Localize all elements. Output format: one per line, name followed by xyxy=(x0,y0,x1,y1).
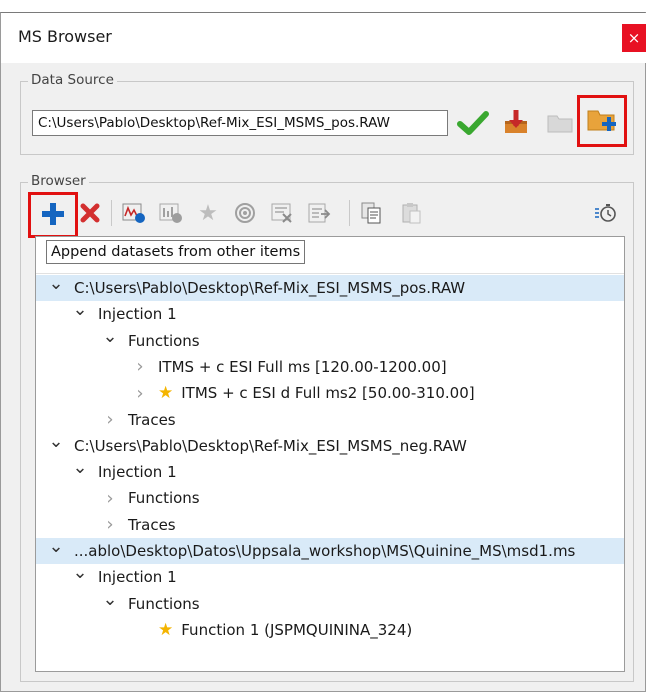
chevron-down-icon[interactable]: ⌄ xyxy=(72,459,88,481)
add-folder-icon[interactable] xyxy=(584,104,620,138)
tree-row[interactable]: ★ Function 1 (JSPMQUININA_324) xyxy=(36,617,624,643)
tree-item-label: Functions xyxy=(128,331,200,350)
toolbar-separator xyxy=(349,200,350,226)
tree-row[interactable]: ⌄ ...ablo\Desktop\Datos\Uppsala_workshop\… xyxy=(36,538,624,564)
filter-icon[interactable] xyxy=(268,200,296,226)
tree-item-label: Injection 1 xyxy=(98,305,177,324)
tree-row[interactable]: › ★ ITMS + c ESI d Full ms2 [50.00-310.00] xyxy=(36,380,624,406)
star-icon: ★ xyxy=(158,383,174,404)
tree-item-label: C:\Users\Pablo\Desktop\Ref-Mix_ESI_MSMS_… xyxy=(74,279,466,297)
paste-icon[interactable] xyxy=(397,200,425,226)
chevron-right-icon[interactable]: › xyxy=(102,488,118,509)
chevron-right-icon[interactable]: › xyxy=(102,514,118,535)
append-tooltip: Append datasets from other items xyxy=(46,240,306,264)
toolbar-separator xyxy=(111,200,112,226)
tree-row[interactable]: ⌄ Injection 1 xyxy=(36,301,624,327)
chevron-down-icon[interactable]: ⌄ xyxy=(72,301,88,323)
tree-item-label: Functions xyxy=(128,594,200,613)
chevron-down-icon[interactable]: ⌄ xyxy=(102,590,118,613)
timer-icon[interactable] xyxy=(592,200,620,226)
favorite-star-icon[interactable]: ★ xyxy=(194,200,222,226)
data-source-label: Data Source xyxy=(28,72,117,88)
add-spectrum-icon[interactable] xyxy=(157,200,185,226)
tree-row[interactable]: › ITMS + c ESI Full ms [120.00-1200.00] xyxy=(36,354,624,380)
chevron-down-icon[interactable]: ⌄ xyxy=(72,564,88,586)
tree-item-label: Traces xyxy=(128,515,176,534)
tree-item-label: C:\Users\Pablo\Desktop\Ref-Mix_ESI_MSMS_… xyxy=(74,436,467,455)
copy-icon[interactable] xyxy=(357,200,385,226)
browser-label: Browser xyxy=(28,173,89,189)
tree-row[interactable]: › Traces xyxy=(36,407,624,433)
chevron-down-icon[interactable]: ⌄ xyxy=(48,538,64,560)
chevron-right-icon[interactable]: › xyxy=(102,409,118,430)
tree-row[interactable]: ⌄ Injection 1 xyxy=(36,564,624,590)
top-strip xyxy=(120,0,180,12)
tree-row[interactable]: ⌄ C:\Users\Pablo\Desktop\Ref-Mix_ESI_MSMS… xyxy=(36,432,624,459)
remove-x-icon[interactable] xyxy=(77,200,103,226)
tree-item-label: ITMS + c ESI d Full ms2 [50.00-310.00] xyxy=(181,384,475,403)
tree-row[interactable]: › Functions xyxy=(36,485,624,511)
chevron-down-icon[interactable]: ⌄ xyxy=(102,327,118,350)
tree-item-label: Injection 1 xyxy=(98,463,177,482)
close-button[interactable]: × xyxy=(622,24,646,52)
tree-row[interactable]: ⌄ Injection 1 xyxy=(36,459,624,485)
export-icon[interactable] xyxy=(305,200,333,226)
tree-item-label: ITMS + c ESI Full ms [120.00-1200.00] xyxy=(158,357,447,376)
chevron-right-icon[interactable]: › xyxy=(132,356,148,377)
tree-item-label: ...ablo\Desktop\Datos\Uppsala_workshop\M… xyxy=(74,542,576,560)
check-icon[interactable] xyxy=(456,108,490,138)
tree-row[interactable]: › Traces xyxy=(36,512,624,538)
target-icon[interactable] xyxy=(231,200,259,226)
folder-icon[interactable] xyxy=(544,108,576,138)
window-title: MS Browser xyxy=(18,27,112,46)
chevron-down-icon[interactable]: ⌄ xyxy=(48,275,64,297)
browser-tree[interactable]: ⌄ C:\Users\Pablo\Desktop\Ref-Mix_ESI_MSMS… xyxy=(35,236,625,672)
tree-item-label: Function 1 (JSPMQUININA_324) xyxy=(181,620,413,639)
chevron-right-icon[interactable]: › xyxy=(132,383,148,404)
append-plus-icon[interactable] xyxy=(38,200,68,228)
data-path-field[interactable]: C:\Users\Pablo\Desktop\Ref-Mix_ESI_MSMS_… xyxy=(32,110,448,136)
tree-item-label: Injection 1 xyxy=(98,568,177,587)
import-icon[interactable] xyxy=(500,106,532,138)
spectrum-icon[interactable] xyxy=(120,200,148,226)
tree-row[interactable]: ⌄ Functions xyxy=(36,590,624,617)
tree-row[interactable]: ⌄ C:\Users\Pablo\Desktop\Ref-Mix_ESI_MSMS… xyxy=(36,275,624,301)
tree-item-label: Functions xyxy=(128,489,200,508)
tree-row[interactable]: ⌄ Functions xyxy=(36,327,624,354)
star-icon: ★ xyxy=(158,619,174,640)
tree-item-label: Traces xyxy=(128,410,176,429)
chevron-down-icon[interactable]: ⌄ xyxy=(48,432,64,455)
